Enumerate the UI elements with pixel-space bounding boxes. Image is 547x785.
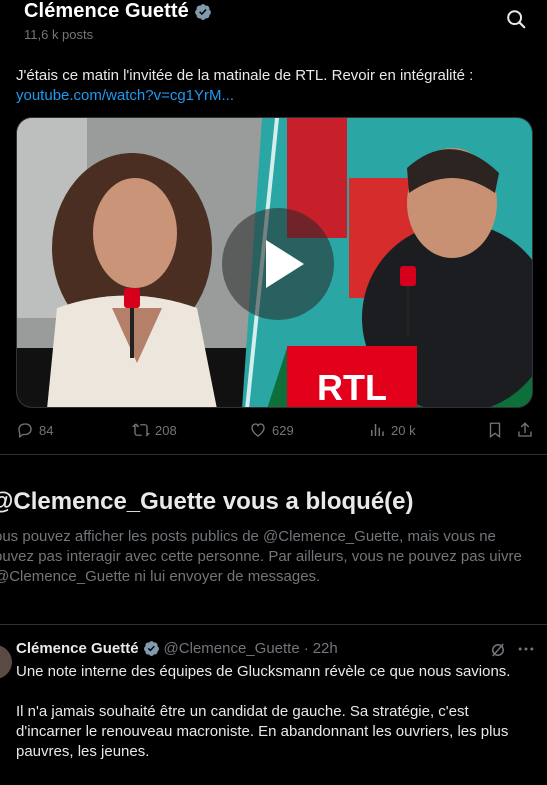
profile-page: Clémence Guetté 11,6 k posts J'étais ce … [0,0,547,785]
bookmark-button[interactable] [486,421,509,439]
profile-name: Clémence Guetté [24,0,189,22]
post-count: 11,6 k posts [24,27,94,42]
blocked-title: @Clemence_Guette vous a bloqué(e) [0,488,414,515]
profile-title-row: Clémence Guetté [24,0,212,23]
share-icon [518,422,532,437]
tweet-actions: 84 208 629 20 k [16,421,533,443]
rtl-logo-text: RTL [317,367,387,408]
avatar[interactable] [0,645,12,679]
tweet2-body: Une note interne des équipes de Glucksma… [16,662,532,782]
mic-left [124,288,140,308]
woman-face [93,178,177,288]
more-icon[interactable] [516,639,536,659]
like-icon [251,423,265,437]
grok-icon[interactable] [489,641,507,659]
tweet-video[interactable]: RTL [16,117,533,408]
tweet2-handle[interactable]: @Clemence_Guette [164,640,300,657]
verified-icon [195,3,211,20]
tweet2-header: Clémence Guetté @Clemence_Guette · 22h [16,640,338,657]
share-button[interactable] [516,421,539,439]
mic-right [400,266,416,286]
profile-header: Clémence Guetté 11,6 k posts [0,0,547,48]
like-button[interactable]: 629 [249,421,294,439]
views-icon [371,424,384,436]
divider [0,454,547,455]
repost-count: 208 [155,422,177,438]
tweet2-separator: · [303,640,309,657]
views-button[interactable]: 20 k [368,421,416,439]
reply-icon [18,423,32,439]
reply-button[interactable]: 84 [16,421,53,439]
repost-button[interactable]: 208 [132,421,177,439]
verified-icon [143,641,159,656]
tweet-link[interactable]: youtube.com/watch?v=cg1YrM... [16,86,526,106]
tweet-body: J'étais ce matin l'invitée de la matinal… [16,67,474,84]
search-icon[interactable] [505,8,527,30]
bookmark-icon [489,422,501,439]
like-count: 629 [272,422,294,438]
repost-icon [132,423,150,437]
tweet-text: J'étais ce matin l'invitée de la matinal… [16,66,526,106]
tweet2-paragraph: Il n'a jamais souhaité être un candidat … [16,703,509,760]
tweet2-author-name[interactable]: Clémence Guetté [16,640,139,657]
blocked-description: ous pouvez afficher les posts publics de… [0,528,522,585]
play-icon[interactable] [222,208,334,320]
reply-count: 84 [39,422,54,438]
view-count: 20 k [391,422,416,438]
tweet2-paragraph: Une note interne des équipes de Glucksma… [16,663,511,680]
tweet2-timestamp[interactable]: 22h [313,640,338,657]
divider [0,624,547,625]
